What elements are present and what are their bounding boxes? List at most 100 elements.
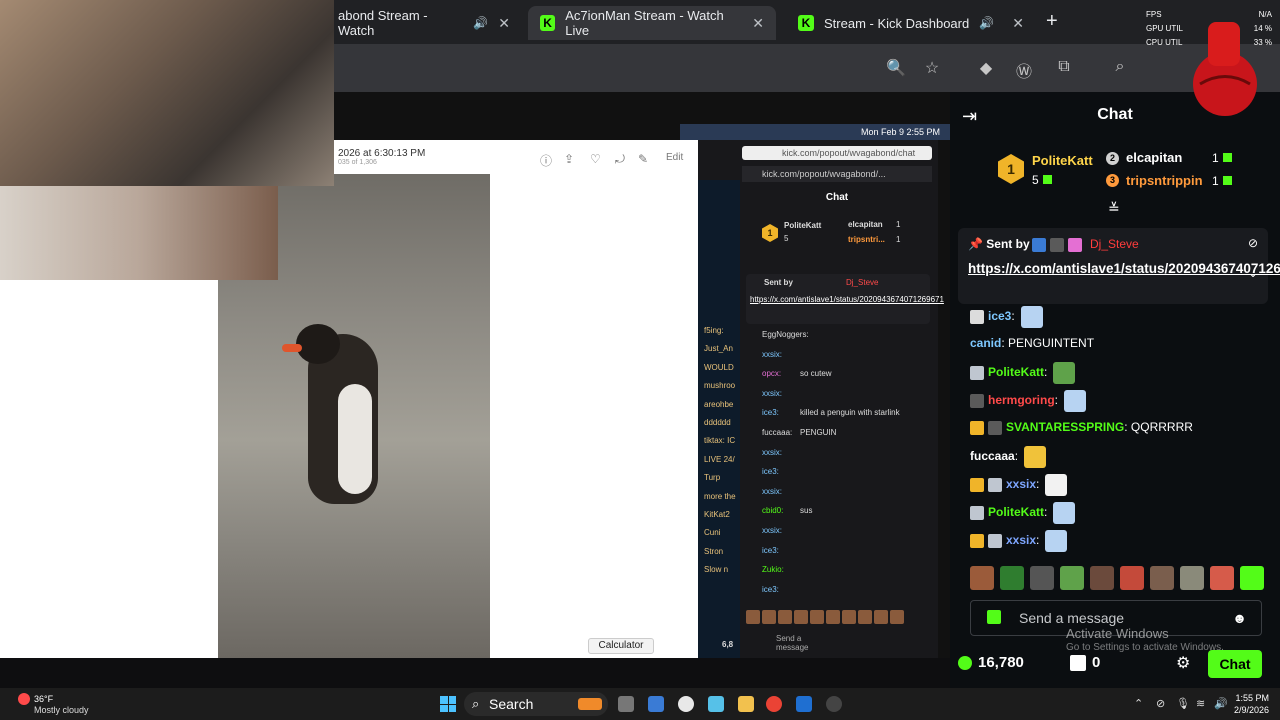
- emote[interactable]: [858, 610, 872, 624]
- network-disabled-icon[interactable]: ⊘: [1156, 697, 1165, 710]
- emote[interactable]: [794, 610, 808, 624]
- kick-logo-icon: K: [798, 15, 814, 31]
- chevron-down-icon[interactable]: ⌄: [1248, 266, 1258, 280]
- badge: [1068, 237, 1082, 252]
- emote[interactable]: [1024, 446, 1047, 468]
- task-view-icon[interactable]: [618, 696, 634, 712]
- chat-message: SVANTARESSPRING: QQRRRRR: [970, 418, 1193, 436]
- leader-first-name[interactable]: PoliteKatt: [1032, 153, 1093, 168]
- chrome-icon[interactable]: [766, 696, 782, 712]
- chat-username[interactable]: xxsix: [1006, 477, 1036, 491]
- heart-icon[interactable]: ♡: [590, 152, 601, 166]
- extension-diamond-icon[interactable]: ◆: [976, 58, 996, 78]
- extensions-puzzle-icon[interactable]: ⧉: [1054, 58, 1074, 78]
- weather-temperature[interactable]: 36°F: [34, 694, 53, 704]
- emote[interactable]: [1045, 474, 1068, 496]
- chat-username[interactable]: ice3: [988, 309, 1011, 323]
- zoom-icon[interactable]: 🔍: [886, 58, 906, 78]
- mini-chat-text: PENGUIN: [800, 428, 837, 437]
- expand-leaderboard-icon[interactable]: ≚: [1108, 200, 1120, 217]
- mini-chat-text: sus: [800, 506, 813, 516]
- edit-button[interactable]: Edit: [666, 152, 683, 163]
- mini-pinned-link[interactable]: https://x.com/antislave1/status/20209436…: [750, 294, 944, 306]
- emote[interactable]: [1150, 566, 1174, 590]
- weather-condition[interactable]: Mostly cloudy: [34, 705, 89, 715]
- badge: [970, 366, 984, 380]
- emote[interactable]: [1064, 390, 1087, 412]
- share-icon[interactable]: ⇪: [564, 152, 574, 166]
- gift-box-icon[interactable]: [1070, 655, 1086, 671]
- emote[interactable]: [778, 610, 792, 624]
- windows-start-icon[interactable]: [440, 696, 456, 712]
- screen-search-icon[interactable]: ⌕: [1110, 58, 1130, 78]
- app-icon[interactable]: [708, 696, 724, 712]
- taskbar-clock[interactable]: 1:55 PM 2/9/2026: [1234, 692, 1269, 716]
- emote[interactable]: [890, 610, 904, 624]
- info-icon[interactable]: ⓘ: [540, 152, 552, 169]
- emote[interactable]: [1053, 502, 1076, 524]
- wifi-icon[interactable]: ≋: [1196, 697, 1205, 710]
- bookmark-star-icon[interactable]: ☆: [922, 58, 942, 78]
- emote[interactable]: [1180, 566, 1204, 590]
- obs-icon[interactable]: [826, 696, 842, 712]
- gear-icon[interactable]: ⚙: [1176, 653, 1190, 673]
- new-tab-button[interactable]: +: [1046, 10, 1058, 33]
- points-balance[interactable]: 16,780: [978, 654, 1024, 671]
- leader-third-name[interactable]: tripsntrippin: [1126, 173, 1203, 188]
- emote[interactable]: [746, 610, 760, 624]
- volume-icon[interactable]: 🔊: [1214, 697, 1228, 710]
- tray-chevron-icon[interactable]: ⌃: [1134, 697, 1143, 710]
- emote[interactable]: [1030, 566, 1054, 590]
- close-icon[interactable]: ✕: [498, 15, 510, 32]
- chat-username[interactable]: SVANTARESSPRING: [1006, 420, 1124, 434]
- speaker-icon[interactable]: 🔊: [979, 16, 994, 30]
- speaker-icon[interactable]: 🔊: [473, 16, 488, 30]
- pinned-link[interactable]: https://x.com/antislave1/status/20209436…: [968, 260, 1280, 278]
- emote[interactable]: [842, 610, 856, 624]
- emote[interactable]: [1060, 566, 1084, 590]
- leader-second-name[interactable]: elcapitan: [1126, 150, 1182, 165]
- extension-w-icon[interactable]: Ⓦ: [1014, 58, 1034, 81]
- chat-username[interactable]: hermgoring: [988, 393, 1055, 407]
- mac-clock: Mon Feb 9 2:55 PM: [860, 127, 940, 137]
- chat-username[interactable]: xxsix: [1006, 533, 1036, 547]
- tab-vagabond[interactable]: abond Stream - Watch 🔊 ✕: [326, 6, 522, 40]
- chat-username[interactable]: PoliteKatt: [988, 505, 1044, 519]
- emote[interactable]: [1240, 566, 1264, 590]
- emote[interactable]: [1053, 362, 1076, 384]
- close-icon[interactable]: ✕: [752, 15, 764, 32]
- rotate-icon[interactable]: ⤾: [615, 152, 625, 167]
- copilot-icon[interactable]: [648, 696, 664, 712]
- chat-text: QQRRRRR: [1127, 420, 1193, 434]
- emote[interactable]: [1000, 566, 1024, 590]
- emote[interactable]: [1020, 306, 1043, 328]
- mini-side-snippet: areohbe: [704, 399, 734, 409]
- magic-icon[interactable]: ✎: [638, 152, 648, 166]
- emote[interactable]: [826, 610, 840, 624]
- weather-icon[interactable]: [18, 693, 30, 705]
- tab-ac7ionman[interactable]: K Ac7ionMan Stream - Watch Live ✕: [528, 6, 776, 40]
- store-icon[interactable]: [796, 696, 812, 712]
- chat-username[interactable]: PoliteKatt: [988, 365, 1044, 379]
- unpin-icon[interactable]: ⊘: [1248, 236, 1258, 250]
- chat-username[interactable]: fuccaaa: [970, 449, 1015, 463]
- chat-send-button[interactable]: Chat: [1208, 650, 1262, 678]
- emote[interactable]: [1210, 566, 1234, 590]
- emote[interactable]: [1090, 566, 1114, 590]
- pinned-user[interactable]: Dj_Steve: [1090, 237, 1139, 251]
- file-explorer-icon[interactable]: [738, 696, 754, 712]
- chat-username[interactable]: canid: [970, 336, 1001, 350]
- gift-icon[interactable]: [987, 610, 1001, 624]
- leader-second-count-value: 1: [1212, 151, 1219, 165]
- mic-icon[interactable]: 🎙: [1176, 697, 1190, 710]
- emote[interactable]: [1120, 566, 1144, 590]
- emote[interactable]: [970, 566, 994, 590]
- emoji-picker-icon[interactable]: ☻: [1232, 610, 1247, 626]
- emote[interactable]: [810, 610, 824, 624]
- tab-kick-dashboard[interactable]: K Stream - Kick Dashboard 🔊 ✕: [786, 6, 1036, 40]
- emote[interactable]: [874, 610, 888, 624]
- close-icon[interactable]: ✕: [1012, 15, 1024, 32]
- emote[interactable]: [762, 610, 776, 624]
- steam-icon[interactable]: [678, 696, 694, 712]
- emote[interactable]: [1045, 530, 1068, 552]
